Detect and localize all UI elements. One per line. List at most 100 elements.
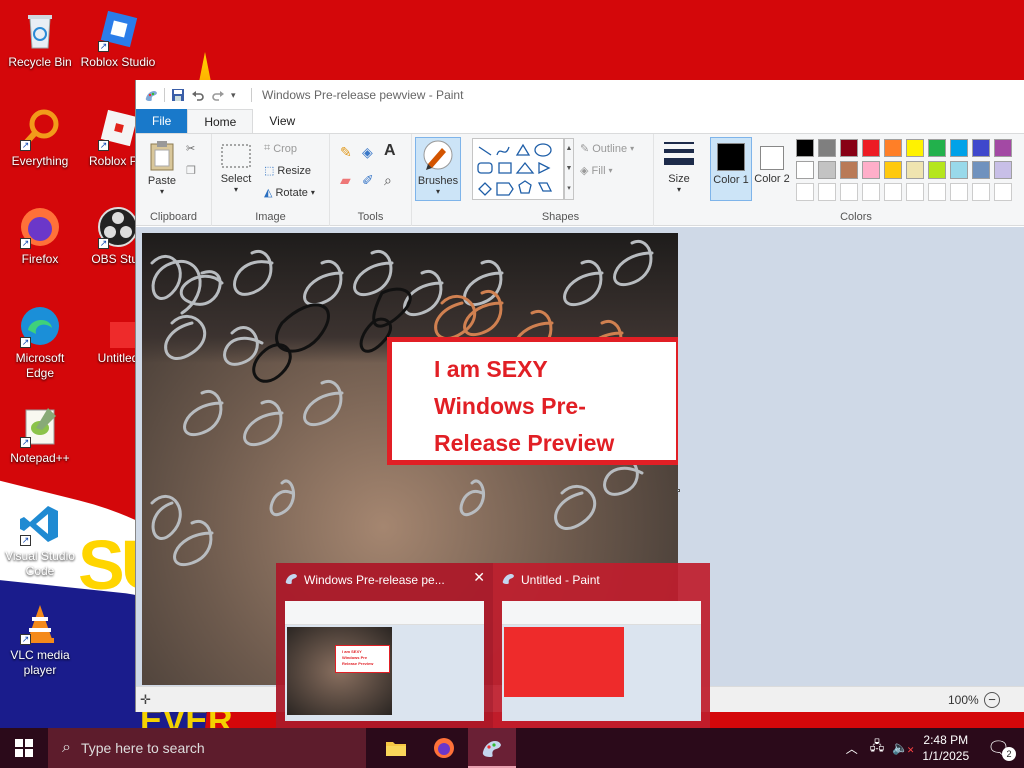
notification-center-icon[interactable]: 🗨 2 bbox=[987, 738, 1016, 761]
search-input[interactable]: ⌕ Type here to search bbox=[48, 728, 366, 768]
brush-icon bbox=[423, 140, 453, 170]
shapes-gallery[interactable] bbox=[472, 138, 564, 200]
palette-swatch[interactable] bbox=[950, 161, 968, 179]
tab-view[interactable]: View bbox=[253, 109, 311, 133]
palette-swatch[interactable] bbox=[994, 161, 1012, 179]
fill-tool[interactable]: ◈ bbox=[362, 144, 373, 161]
custom-color-slot[interactable] bbox=[928, 183, 946, 201]
custom-color-slot[interactable] bbox=[994, 183, 1012, 201]
text-icon: A bbox=[384, 142, 396, 159]
shapes-scroll[interactable]: ▲ ▼ ▾ bbox=[564, 138, 574, 200]
outline-button[interactable]: ✎ Outline ▾ bbox=[580, 142, 634, 156]
palette-swatch[interactable] bbox=[972, 139, 990, 157]
chevron-up-icon[interactable]: ︿ bbox=[846, 740, 858, 757]
volume-muted-icon[interactable]: 🔈 ✕ bbox=[892, 740, 914, 756]
brushes-button[interactable]: Brushes ▾ bbox=[415, 137, 461, 201]
eraser-tool[interactable]: ▰ bbox=[340, 172, 351, 189]
paint-app-icon bbox=[284, 571, 298, 588]
pencil-tool[interactable]: ✎ bbox=[340, 144, 352, 161]
scissors-icon: ✂ bbox=[186, 143, 196, 155]
start-button[interactable] bbox=[0, 728, 48, 768]
desktop-icon-edge[interactable]: ↗ Microsoft Edge bbox=[0, 304, 80, 381]
desktop-icon-firefox[interactable]: ↗ Firefox bbox=[0, 205, 80, 267]
cut-button[interactable]: ✂ bbox=[186, 142, 195, 155]
close-icon[interactable]: ✕ bbox=[473, 569, 485, 586]
thumbnail-title: Untitled - Paint bbox=[501, 571, 600, 588]
custom-color-slot[interactable] bbox=[950, 183, 968, 201]
outline-icon: ✎ bbox=[580, 143, 590, 155]
taskbar-firefox[interactable] bbox=[420, 728, 468, 768]
color2-button[interactable]: Color 2 bbox=[754, 137, 790, 201]
custom-color-slot[interactable] bbox=[884, 183, 902, 201]
palette-swatch[interactable] bbox=[818, 139, 836, 157]
copy-button[interactable]: ❐ bbox=[186, 164, 196, 177]
undo-icon[interactable] bbox=[191, 88, 205, 102]
palette-swatch[interactable] bbox=[994, 139, 1012, 157]
desktop-icon-label: Recycle Bin bbox=[8, 55, 72, 69]
crop-button[interactable]: ⌗ Crop bbox=[264, 142, 297, 155]
desktop-icon-vlc[interactable]: ↗ VLC media player bbox=[0, 601, 80, 678]
desktop-icon-vscode[interactable]: ↗ Visual Studio Code bbox=[0, 502, 80, 579]
palette-swatch[interactable] bbox=[818, 161, 836, 179]
zoom-out-icon[interactable]: − bbox=[984, 691, 1000, 708]
eyedropper-icon: ✐ bbox=[362, 172, 374, 188]
shapes-icon bbox=[477, 143, 553, 196]
taskbar-file-explorer[interactable] bbox=[372, 728, 420, 768]
palette-swatch[interactable] bbox=[796, 161, 814, 179]
paste-button[interactable]: Paste ▾ bbox=[142, 140, 182, 196]
palette-swatch[interactable] bbox=[862, 161, 880, 179]
palette-swatch[interactable] bbox=[972, 161, 990, 179]
palette-swatch[interactable] bbox=[884, 161, 902, 179]
palette-swatch[interactable] bbox=[906, 161, 924, 179]
network-icon[interactable]: 🖧 bbox=[870, 737, 885, 759]
size-button[interactable]: Size ▾ bbox=[658, 140, 700, 194]
tab-file[interactable]: File bbox=[136, 109, 188, 133]
resize-button[interactable]: ⬚ Resize bbox=[264, 164, 311, 178]
tab-home[interactable]: Home bbox=[187, 109, 254, 133]
redo-icon[interactable] bbox=[211, 88, 225, 102]
palette-swatch[interactable] bbox=[928, 139, 946, 157]
desktop-icon-label: Notepad++ bbox=[10, 451, 70, 465]
custom-color-slot[interactable] bbox=[818, 183, 836, 201]
desktop-icon-everything[interactable]: ↗ Everything bbox=[0, 107, 80, 169]
taskbar-paint[interactable] bbox=[468, 728, 516, 768]
palette-swatch[interactable] bbox=[950, 139, 968, 157]
text-tool[interactable]: A bbox=[384, 142, 396, 160]
thumbnail-paint-window-1[interactable]: Windows Pre-release pe... ✕ I am SEXY Wi… bbox=[276, 563, 493, 728]
roblox-player-icon: ↗ bbox=[96, 107, 140, 151]
custom-color-slot[interactable] bbox=[972, 183, 990, 201]
edge-icon: ↗ bbox=[18, 304, 62, 348]
canvas-text-box[interactable]: I am SEXY Windows Pre- Release Preview bbox=[387, 337, 678, 465]
desktop-icon-notepadpp[interactable]: ↗ Notepad++ bbox=[0, 404, 80, 466]
palette-swatch[interactable] bbox=[884, 139, 902, 157]
palette-swatch[interactable] bbox=[840, 161, 858, 179]
custom-color-slot[interactable] bbox=[796, 183, 814, 201]
rotate-button[interactable]: ◭ Rotate ▾ bbox=[264, 186, 315, 200]
desktop-icon-roblox-studio[interactable]: ↗ Roblox Studio bbox=[78, 8, 158, 70]
custom-color-slot[interactable] bbox=[840, 183, 858, 201]
cursor-position-icon: ✛ bbox=[140, 691, 151, 707]
customize-toolbar-chevron-icon[interactable]: ▾ bbox=[231, 88, 245, 102]
ribbon-tabs: File Home View bbox=[136, 109, 1024, 134]
palette-swatch[interactable] bbox=[840, 139, 858, 157]
clipboard-group: Paste ▾ ✂ ❐ Clipboard bbox=[136, 134, 212, 226]
desktop-icon-recycle-bin[interactable]: Recycle Bin bbox=[0, 8, 80, 70]
firefox-icon: ↗ bbox=[18, 205, 62, 249]
canvas-text-line: I am SEXY bbox=[434, 356, 548, 382]
save-icon[interactable] bbox=[171, 88, 185, 102]
custom-color-slot[interactable] bbox=[862, 183, 880, 201]
magnifier-tool[interactable]: ⌕ bbox=[384, 172, 392, 189]
fill-button[interactable]: ◈ Fill ▾ bbox=[580, 164, 613, 178]
canvas-resize-handle[interactable] bbox=[677, 489, 680, 492]
select-button[interactable]: Select ▾ bbox=[218, 142, 254, 194]
thumbnail-paint-window-2[interactable]: Untitled - Paint bbox=[493, 563, 710, 728]
color-picker-tool[interactable]: ✐ bbox=[362, 172, 374, 189]
canvas-text-line: Release Preview bbox=[434, 430, 615, 456]
clock[interactable]: 2:48 PM 1/1/2025 bbox=[922, 732, 969, 764]
palette-swatch[interactable] bbox=[862, 139, 880, 157]
custom-color-slot[interactable] bbox=[906, 183, 924, 201]
palette-swatch[interactable] bbox=[928, 161, 946, 179]
color1-button[interactable]: Color 1 bbox=[710, 137, 752, 201]
palette-swatch[interactable] bbox=[796, 139, 814, 157]
palette-swatch[interactable] bbox=[906, 139, 924, 157]
